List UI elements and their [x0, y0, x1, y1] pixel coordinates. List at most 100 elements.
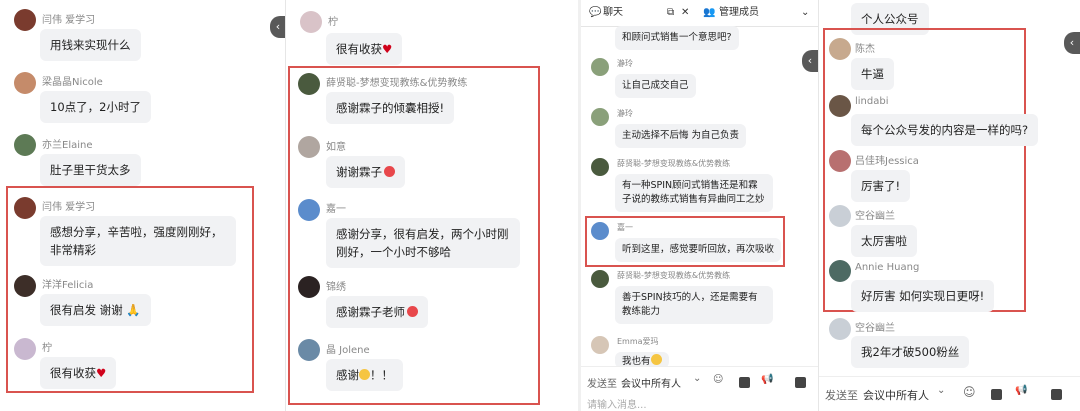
- send-to-label: 发送至: [587, 379, 617, 390]
- message-text: 很有收获: [336, 42, 382, 56]
- avatar: [829, 38, 851, 60]
- avatar: [591, 108, 609, 126]
- heart-emoji-icon: ♥: [96, 366, 107, 380]
- avatar: [300, 11, 322, 33]
- smile-emoji-icon: [359, 369, 370, 380]
- tab-bar: 💬 聊天 ⧉ ✕ 👥 管理成员 ⌄: [581, 0, 818, 27]
- sender-name: 薛贤聪-梦想变现教练&优势教练: [617, 271, 731, 280]
- avatar: [14, 72, 36, 94]
- message-text: 很有收获: [50, 366, 96, 380]
- megaphone-icon[interactable]: 📢: [761, 374, 773, 385]
- sender-name: lindabi: [855, 96, 889, 107]
- message-bubble: 好厉害 如何实现日更呀!: [851, 280, 995, 312]
- emoji-icon[interactable]: ☺: [963, 385, 976, 399]
- emoji-icon[interactable]: ☺: [713, 374, 723, 385]
- chat-panel-4: 个人公众号 陈杰 牛逼 lindabi 每个公众号发的内容是一样的吗? 吕佳玮J…: [819, 0, 1080, 411]
- sender-name: 吕佳玮Jessica: [855, 156, 919, 167]
- screenshot-icon[interactable]: [795, 377, 806, 388]
- message-text: 感谢霖子老师: [336, 305, 405, 319]
- message-bubble: 很有启发 谢谢 🙏: [40, 294, 151, 326]
- recipient-select[interactable]: 会议中所有人: [621, 375, 681, 390]
- heart-emoji-icon: ♥: [382, 42, 393, 56]
- sender-name: 柠: [328, 17, 338, 28]
- chevron-down-icon[interactable]: ⌄: [693, 373, 701, 384]
- tab-manage-members[interactable]: 管理成员: [719, 0, 759, 26]
- megaphone-icon[interactable]: 📢: [1015, 385, 1027, 396]
- message-text: 很有启发 谢谢: [50, 303, 123, 317]
- avatar: [14, 338, 36, 360]
- message-text: 感谢: [336, 368, 359, 382]
- message-bubble: 主动选择不后悔 为自己负责: [615, 124, 747, 148]
- collapse-arrow-icon[interactable]: ‹: [270, 16, 286, 38]
- folder-icon[interactable]: [739, 377, 750, 388]
- flower-emoji-icon: [407, 306, 418, 317]
- chat-panel-3: 💬 聊天 ⧉ ✕ 👥 管理成员 ⌄ 和顾问式销售一个意思吧? 瀞玲 让自己成交自…: [581, 0, 818, 411]
- avatar: [829, 95, 851, 117]
- tab-chat[interactable]: 聊天: [603, 0, 623, 26]
- message-bubble: 感谢霖子的倾囊相授!: [326, 92, 455, 124]
- message-bubble: 10点了，2小时了: [40, 91, 151, 123]
- sender-name: 洋洋Felicia: [42, 280, 94, 291]
- avatar: [591, 158, 609, 176]
- sender-name: 空谷幽兰: [855, 323, 895, 334]
- sender-name: 梁晶晶Nicole: [42, 77, 103, 88]
- avatar: [298, 73, 320, 95]
- sender-name: Annie Huang: [855, 262, 920, 273]
- message-bubble: 感谢分享，很有启发，两个小时刚刚好，一个小时不够哈: [326, 218, 520, 268]
- message-text: 谢谢霖子: [336, 165, 382, 179]
- chevron-down-icon[interactable]: ⌄: [937, 385, 945, 396]
- message-bubble: 感谢霖子老师: [326, 296, 428, 328]
- avatar: [14, 275, 36, 297]
- avatar: [298, 136, 320, 158]
- sender-name: 空谷幽兰: [855, 211, 895, 222]
- sender-name: 薛贤聪-梦想变现教练&优势教练: [617, 159, 731, 168]
- avatar: [591, 336, 609, 354]
- sender-name: 柠: [42, 343, 52, 354]
- avatar: [591, 222, 609, 240]
- message-bubble: 用钱来实现什么: [40, 29, 141, 61]
- recipient-select[interactable]: 会议中所有人: [863, 387, 929, 403]
- sender-name: 如意: [326, 142, 346, 153]
- folder-icon[interactable]: [991, 389, 1002, 400]
- chat-icon: 💬: [589, 7, 602, 18]
- message-bubble: 善于SPIN技巧的人，还是需要有教练能力: [615, 286, 773, 324]
- message-text-suffix: ！！: [370, 368, 393, 382]
- message-bubble: 肚子里干货太多: [40, 154, 141, 186]
- message-bubble: 和顾问式销售一个意思吧?: [615, 26, 739, 50]
- avatar: [298, 276, 320, 298]
- avatar: [829, 205, 851, 227]
- message-bubble: 很有收获♥: [326, 33, 403, 65]
- sender-name: 亦兰Elaine: [42, 140, 93, 151]
- avatar: [14, 9, 36, 31]
- sender-name: 嘉一: [326, 204, 346, 215]
- screenshot-icon[interactable]: [1051, 389, 1062, 400]
- sender-name: 闫伟 爱学习: [42, 202, 96, 213]
- message-bubble: 牛逼: [851, 58, 894, 90]
- sender-name: 瀞玲: [617, 109, 633, 118]
- collapse-arrow-icon[interactable]: ‹: [802, 50, 818, 72]
- input-footer: 发送至 会议中所有人 ⌄ ☺ 📢 请输入消息...: [581, 366, 818, 411]
- message-input[interactable]: 请输入消息...: [587, 396, 647, 411]
- message-bubble: 每个公众号发的内容是一样的吗?: [851, 114, 1039, 146]
- avatar: [591, 58, 609, 76]
- message-bubble: 让自己成交自己: [615, 74, 696, 98]
- avatar: [14, 197, 36, 219]
- close-icon[interactable]: ✕: [681, 0, 689, 26]
- chat-panel-1: 闫伟 爱学习 用钱来实现什么 梁晶晶Nicole 10点了，2小时了 亦兰Ela…: [0, 0, 285, 411]
- chevron-down-icon[interactable]: ⌄: [801, 0, 809, 26]
- avatar: [829, 260, 851, 282]
- sender-name: 晶 Jolene: [326, 345, 370, 356]
- chat-panel-2: 柠 很有收获♥ 薛贤聪-梦想变现教练&优势教练 感谢霖子的倾囊相授! 如意 谢谢…: [286, 0, 578, 411]
- popout-icon[interactable]: ⧉: [667, 0, 674, 26]
- message-bubble: 厉害了!: [851, 170, 911, 202]
- message-bubble: 很有收获♥: [40, 357, 117, 389]
- sender-name: 瀞玲: [617, 59, 633, 68]
- sender-name: 陈杰: [855, 44, 875, 55]
- sender-name: Emma爱玛: [617, 337, 659, 346]
- avatar: [14, 134, 36, 156]
- flower-emoji-icon: [384, 166, 395, 177]
- message-bubble: 太厉害啦: [851, 225, 917, 257]
- sender-name: 锦绣: [326, 282, 346, 293]
- input-footer: 发送至 会议中所有人 ⌄ ☺ 📢: [819, 376, 1080, 411]
- collapse-arrow-icon[interactable]: ‹: [1064, 32, 1080, 54]
